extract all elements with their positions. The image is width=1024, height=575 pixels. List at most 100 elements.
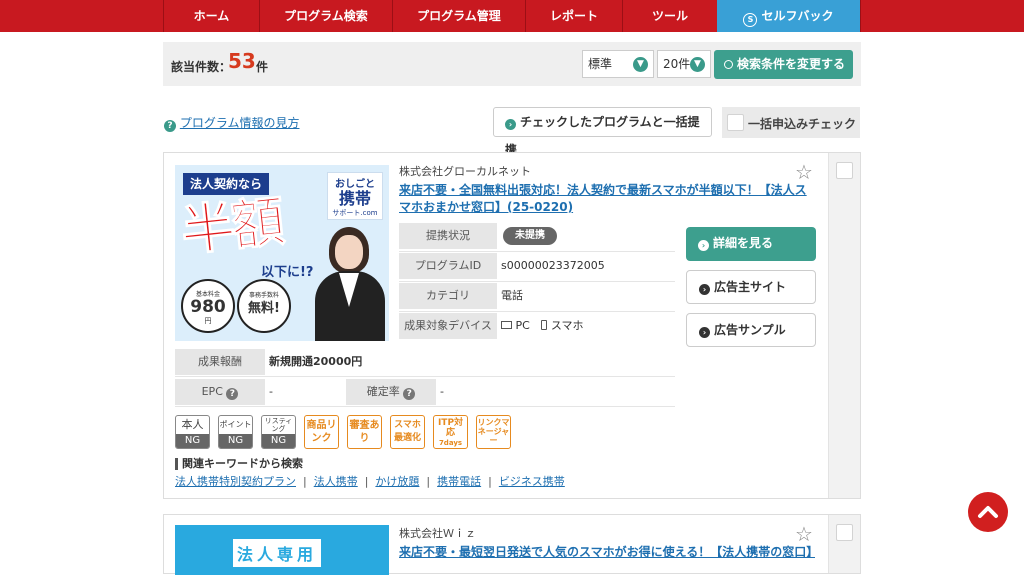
banner-person-image [307, 227, 389, 341]
result-count: 53 [228, 49, 256, 73]
tag-itp: ITP対応 7days [433, 415, 468, 449]
arrow-right-icon: › [698, 240, 709, 251]
category-label: カテゴリ [399, 283, 497, 309]
program-banner-image: 法人契約なら 半額 以下に!? おしごと 携帯 サポート.com 基本料金 98… [175, 165, 389, 341]
status-badge: 未提携 [503, 227, 557, 245]
status-label: 提携状況 [399, 223, 497, 249]
arrow-right-icon: › [699, 327, 710, 338]
confirm-rate-value: - [440, 385, 444, 398]
tag-product-link: 商品リンク [304, 415, 339, 449]
banner-sub-text: 以下に!? [261, 265, 314, 280]
keyword-link[interactable]: 法人携帯 [314, 475, 358, 488]
pc-icon [501, 321, 512, 329]
keyword-link[interactable]: かけ放題 [375, 475, 419, 488]
advertiser-name: 株式会社Ｗｉｚ [399, 527, 476, 540]
banner-price-badge: 基本料金 980 円 [181, 279, 235, 333]
divider [399, 281, 675, 282]
per-page-value: 20件 [663, 57, 691, 71]
program-card: 法人専用 株式会社Ｗｉｚ 来店不要・最短翌日発送で人気のスマホがお得に使える！【… [163, 514, 861, 575]
program-checkbox[interactable] [836, 162, 853, 179]
count-label: 該当件数： [171, 60, 232, 74]
smartphone-icon [541, 320, 548, 330]
epc-value: - [269, 385, 273, 398]
divider [175, 376, 675, 377]
bulk-partner-label: チェックしたプログラムと一括提携 [505, 115, 700, 157]
banner-text: 法人専用 [233, 539, 322, 567]
count-unit: 件 [256, 60, 269, 74]
program-banner-image: 法人専用 [175, 525, 389, 575]
nav-home[interactable]: ホーム [163, 0, 259, 32]
tag-smartphone-optimized: スマホ最適化 [390, 415, 425, 449]
nav-divider [860, 0, 861, 32]
question-icon[interactable]: ? [226, 388, 239, 400]
device-sp: スマホ [550, 319, 584, 332]
advertiser-name: 株式会社グローカルネット [399, 165, 531, 178]
category-value: 電話 [501, 289, 523, 302]
divider [175, 406, 675, 407]
reward-label: 成果報酬 [175, 349, 265, 375]
bulk-apply-checkbox[interactable] [727, 114, 744, 131]
divider [399, 311, 675, 312]
favorite-star-icon[interactable]: ☆ [795, 524, 813, 544]
tag-self-ng: 本人 NG [175, 415, 210, 449]
selfback-icon: S [743, 13, 758, 27]
card-select-column [828, 153, 860, 498]
tag-review: 審査あり [347, 415, 382, 449]
keyword-link[interactable]: 法人携帯特別契約プラン [175, 475, 296, 488]
device-pc: PC [515, 319, 530, 332]
banner-fee-badge: 事務手数料 無料! [237, 279, 291, 333]
per-page-select[interactable]: 20件 ▼ [657, 50, 711, 78]
bulk-partner-button[interactable]: › チェックしたプログラムと一括提携 [493, 107, 712, 157]
banner-logo: おしごと 携帯 サポート.com [327, 172, 383, 220]
arrow-right-icon: › [505, 119, 516, 130]
nav-selfback-label: セルフバック [761, 9, 834, 23]
keyword-list: 法人携帯特別契約プラン | 法人携帯 | かけ放題 | 携帯電話 | ビジネス携… [175, 475, 565, 488]
keyword-link[interactable]: ビジネス携帯 [499, 475, 565, 488]
program-title-link[interactable]: 来店不要・全国無料出張対応！法人契約で最新スマホが半額以下！【法人スマホおまかせ… [399, 182, 815, 216]
change-conditions-label: 検索条件を変更する [737, 57, 846, 71]
divider [399, 251, 675, 252]
device-label: 成果対象デバイス [399, 313, 497, 339]
help-link-text: プログラム情報の見方 [179, 116, 300, 130]
device-values: PC スマホ [501, 313, 584, 339]
detail-button[interactable]: › 詳細を見る [686, 227, 816, 261]
keyword-link[interactable]: 携帯電話 [437, 475, 481, 488]
help-link[interactable]: ? プログラム情報の見方 [164, 114, 299, 132]
nav-program-search[interactable]: プログラム検索 [259, 0, 392, 32]
advertiser-site-button[interactable]: › 広告主サイト [686, 270, 816, 304]
program-id-value: s00000023372005 [501, 259, 605, 272]
chevron-down-icon: ▼ [690, 57, 705, 72]
change-conditions-button[interactable]: 検索条件を変更する [714, 50, 853, 79]
program-checkbox[interactable] [836, 524, 853, 541]
keywords-title: 関連キーワードから検索 [175, 458, 303, 470]
bulk-apply-label: 一括申込みチェック [748, 117, 857, 131]
sort-select[interactable]: 標準 ▼ [582, 50, 654, 78]
tag-point-ng: ポイント NG [218, 415, 253, 449]
program-id-label: プログラムID [399, 253, 497, 279]
search-icon [724, 60, 733, 69]
ad-sample-button[interactable]: › 広告サンプル [686, 313, 816, 347]
question-icon[interactable]: ? [403, 388, 416, 400]
chevron-down-icon: ▼ [633, 57, 648, 72]
program-card: 法人契約なら 半額 以下に!? おしごと 携帯 サポート.com 基本料金 98… [163, 152, 861, 499]
results-bar: 該当件数： 53 件 標準 ▼ 20件 ▼ 検索条件を変更する [163, 42, 861, 86]
banner-main-text: 半額 [177, 189, 284, 264]
nav-report[interactable]: レポート [525, 0, 622, 32]
program-title-link[interactable]: 来店不要・最短翌日発送で人気のスマホがお得に使える！【法人携帯の窓口】 [399, 544, 815, 561]
nav-program-manage[interactable]: プログラム管理 [392, 0, 525, 32]
favorite-star-icon[interactable]: ☆ [795, 162, 813, 182]
nav-selfback[interactable]: S セルフバック [717, 0, 860, 32]
card-select-column [828, 515, 860, 573]
confirm-rate-label: 確定率 ? [346, 379, 436, 405]
question-icon: ? [164, 120, 176, 132]
reward-value: 新規開通20000円 [269, 355, 363, 368]
scroll-top-button[interactable] [968, 492, 1008, 532]
tag-link-manager: リンクマネージャー [476, 415, 511, 449]
sort-select-value: 標準 [588, 57, 613, 71]
chevron-up-icon [978, 506, 998, 518]
nav-tools[interactable]: ツール [622, 0, 717, 32]
bulk-apply-check[interactable]: 一括申込みチェック [722, 107, 860, 138]
arrow-right-icon: › [699, 284, 710, 295]
tag-listing-ng: リスティング NG [261, 415, 296, 449]
top-nav: ホーム プログラム検索 プログラム管理 レポート ツール S セルフバック [0, 0, 1024, 32]
